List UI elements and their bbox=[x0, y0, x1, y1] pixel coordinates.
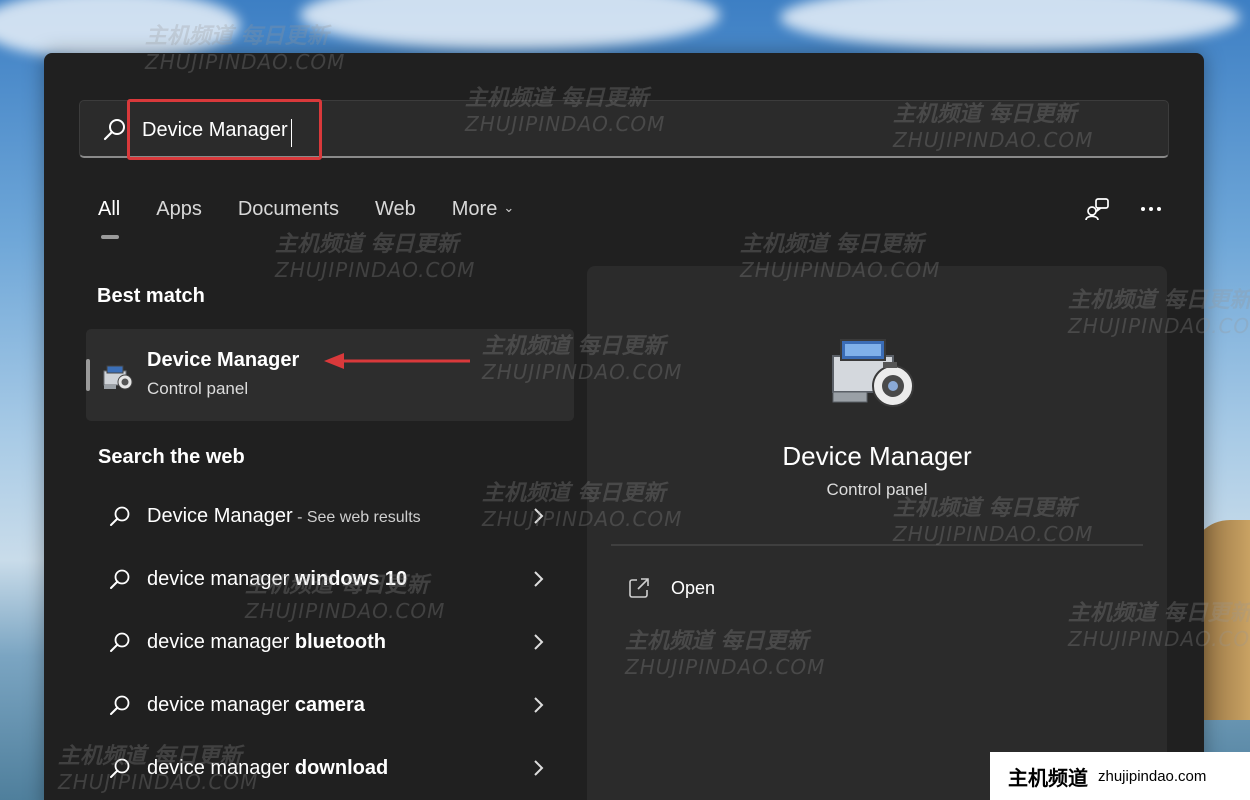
web-result-prefix: device manager bbox=[147, 694, 295, 716]
best-match-item[interactable]: Device Manager Control panel bbox=[86, 329, 574, 421]
filter-tabs: All Apps Documents Web More ⌄ bbox=[98, 198, 550, 221]
chevron-right-icon bbox=[534, 571, 544, 587]
preview-pane: Device Manager Control panel Open bbox=[587, 266, 1167, 800]
web-result-prefix: device manager bbox=[147, 757, 295, 779]
search-icon bbox=[110, 506, 130, 526]
web-result-row[interactable]: device manager windows 10 bbox=[86, 548, 574, 611]
open-button[interactable]: Open bbox=[627, 576, 715, 600]
tab-all[interactable]: All bbox=[98, 198, 120, 221]
web-result-row[interactable]: device manager download bbox=[86, 737, 574, 800]
web-result-bold: bluetooth bbox=[294, 631, 386, 653]
wallpaper-cloud bbox=[0, 0, 240, 60]
web-result-row[interactable]: device manager bluetooth bbox=[86, 611, 574, 674]
preview-title: Device Manager bbox=[782, 441, 972, 471]
device-manager-icon bbox=[832, 339, 914, 407]
best-match-subtitle: Control panel bbox=[147, 379, 249, 398]
chevron-right-icon bbox=[534, 697, 544, 713]
search-web-heading: Search the web bbox=[98, 446, 245, 468]
tab-web[interactable]: Web bbox=[375, 198, 416, 221]
active-tab-indicator bbox=[101, 235, 119, 239]
divider bbox=[611, 544, 1143, 546]
tab-apps[interactable]: Apps bbox=[156, 198, 202, 221]
annotation-arrow bbox=[324, 353, 470, 369]
web-result-prefix: device manager bbox=[147, 631, 295, 653]
web-result-suffix: - See web results bbox=[292, 509, 421, 526]
search-icon bbox=[110, 758, 130, 778]
web-result-row[interactable]: Device Manager - See web results bbox=[86, 485, 574, 548]
tab-documents[interactable]: Documents bbox=[238, 198, 339, 221]
tab-more-label: More bbox=[451, 198, 498, 220]
search-icon bbox=[103, 119, 125, 141]
web-result-bold: camera bbox=[294, 694, 365, 716]
web-result-row[interactable]: device manager camera bbox=[86, 674, 574, 737]
device-manager-icon bbox=[103, 365, 133, 390]
feedback-icon[interactable] bbox=[1084, 196, 1110, 222]
search-icon bbox=[110, 632, 130, 652]
search-icon bbox=[110, 569, 130, 589]
open-label: Open bbox=[671, 577, 716, 598]
search-icon bbox=[110, 695, 130, 715]
chevron-right-icon bbox=[534, 634, 544, 650]
selection-indicator bbox=[86, 359, 90, 391]
web-result-prefix: Device Manager bbox=[147, 505, 293, 527]
best-match-heading: Best match bbox=[97, 285, 205, 307]
site-badge-cn: 主机频道 bbox=[1008, 765, 1088, 790]
chevron-down-icon: ⌄ bbox=[503, 200, 515, 215]
web-result-text: device manager bluetooth bbox=[147, 631, 386, 654]
web-result-text: device manager camera bbox=[147, 694, 365, 717]
web-results-list: Device Manager - See web results device … bbox=[86, 485, 574, 800]
chevron-right-icon bbox=[534, 760, 544, 776]
wallpaper-cloud bbox=[300, 0, 720, 50]
web-result-prefix: device manager bbox=[147, 568, 295, 590]
annotation-highlight-box bbox=[127, 99, 322, 160]
web-result-text: Device Manager - See web results bbox=[147, 505, 421, 528]
top-right-actions bbox=[1084, 196, 1164, 222]
open-external-icon bbox=[629, 578, 649, 598]
preview-subtitle: Control panel bbox=[826, 480, 928, 499]
web-result-text: device manager download bbox=[147, 757, 388, 780]
wallpaper-cloud bbox=[780, 0, 1240, 50]
web-result-bold: download bbox=[294, 757, 389, 779]
site-badge-en: zhujipindao.com bbox=[1098, 767, 1207, 785]
chevron-right-icon bbox=[534, 508, 544, 524]
start-search-panel: All Apps Documents Web More ⌄ Best match bbox=[44, 53, 1204, 800]
web-result-bold: windows 10 bbox=[294, 568, 408, 590]
site-badge: 主机频道 zhujipindao.com bbox=[990, 752, 1250, 800]
tab-more[interactable]: More ⌄ bbox=[452, 198, 514, 221]
web-result-text: device manager windows 10 bbox=[147, 568, 407, 591]
best-match-title: Device Manager bbox=[147, 349, 300, 371]
more-options-icon[interactable] bbox=[1138, 196, 1164, 222]
